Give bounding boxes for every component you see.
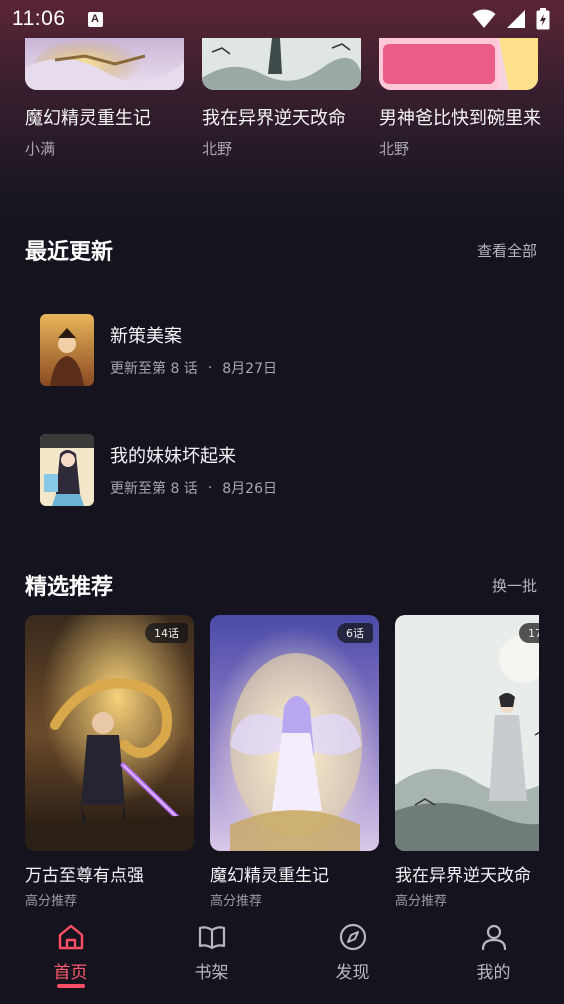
book-cover[interactable] (40, 434, 94, 506)
nav-item-bookshelf[interactable]: 书架 (141, 910, 282, 1004)
episode-badge: 6话 (337, 623, 373, 643)
battery-icon (536, 8, 550, 30)
separator-dot: · (207, 480, 213, 496)
refresh-link[interactable]: 换一批 (492, 575, 537, 596)
book-author: 北野 (379, 140, 410, 158)
nav-label: 我的 (476, 963, 511, 983)
section-title: 精选推荐 (25, 575, 114, 600)
book-cover[interactable] (25, 38, 184, 90)
book-title: 男神爸比快到碗里来 (379, 108, 541, 129)
book-icon (197, 922, 227, 952)
compass-icon (338, 922, 368, 952)
book-card[interactable]: 男神爸比快到碗里来 北野 (379, 38, 541, 168)
nav-item-profile[interactable]: 我的 (423, 910, 564, 1004)
book-cover[interactable] (40, 314, 94, 386)
recommended-row[interactable]: 14话 万古至尊有点强 高分推荐 6话 魔幻精灵重生记 高分推荐 17 我在异界… (25, 615, 539, 910)
signal-icon (506, 9, 526, 29)
book-subtitle: 高分推荐 (395, 894, 448, 909)
book-title: 魔幻精灵重生记 (25, 108, 151, 129)
view-all-link[interactable]: 查看全部 (477, 240, 537, 261)
book-subtitle: 高分推荐 (25, 894, 78, 909)
update-date: 8月27日 (222, 361, 277, 377)
bottom-navigation: 首页 书架 发现 我的 (0, 910, 564, 1004)
recommended-card[interactable]: 170 我在异界逆天改命 高分推荐 (395, 615, 539, 910)
recommended-card[interactable]: 6话 魔幻精灵重生记 高分推荐 (210, 615, 379, 910)
nav-item-home[interactable]: 首页 (0, 910, 141, 1004)
nav-item-discover[interactable]: 发现 (282, 910, 423, 1004)
wifi-icon (472, 9, 496, 29)
book-author: 北野 (202, 140, 233, 158)
book-card[interactable]: 我在异界逆天改命 北野 (202, 38, 361, 168)
book-title: 魔幻精灵重生记 (210, 866, 329, 886)
recommended-header: 精选推荐 换一批 (25, 569, 537, 601)
book-cover[interactable] (202, 38, 361, 90)
update-date: 8月26日 (222, 481, 277, 497)
top-book-row[interactable]: 魔幻精灵重生记 小满 我在异界逆天改命 北野 男神爸比快到碗里来 北野 (25, 38, 564, 168)
recent-update-text: 新策美案 更新至第 8 话 · 8月27日 (110, 322, 277, 378)
book-title: 我在异界逆天改命 (395, 866, 531, 886)
recent-update-text: 我的妹妹坏起来 更新至第 8 话 · 8月26日 (110, 442, 277, 498)
notification-icon: A (87, 11, 103, 27)
recent-meta: 更新至第 8 话 · 8月26日 (110, 478, 277, 498)
status-time: 11:06 (12, 7, 66, 30)
section-title: 最近更新 (25, 240, 114, 265)
book-cover[interactable] (379, 38, 538, 90)
recent-update-item[interactable]: 我的妹妹坏起来 更新至第 8 话 · 8月26日 (40, 434, 520, 506)
book-card[interactable]: 魔幻精灵重生记 小满 (25, 38, 184, 168)
home-icon (56, 922, 86, 952)
book-cover[interactable]: 170 (395, 615, 539, 851)
episode-badge: 14话 (145, 623, 188, 643)
recommended-card[interactable]: 14话 万古至尊有点强 高分推荐 (25, 615, 194, 910)
recent-meta: 更新至第 8 话 · 8月27日 (110, 358, 277, 378)
episode-progress: 更新至第 8 话 (110, 481, 198, 497)
book-cover[interactable]: 6话 (210, 615, 379, 851)
user-icon (479, 922, 509, 952)
book-subtitle: 高分推荐 (210, 894, 263, 909)
recent-update-item[interactable]: 新策美案 更新至第 8 话 · 8月27日 (40, 314, 520, 386)
active-indicator (56, 984, 85, 988)
book-cover[interactable]: 14话 (25, 615, 194, 851)
status-bar: 11:06 A (0, 0, 564, 38)
book-author: 小满 (25, 140, 56, 158)
book-title: 万古至尊有点强 (25, 866, 144, 886)
book-title: 我在异界逆天改命 (202, 108, 346, 129)
separator-dot: · (207, 360, 213, 376)
nav-label: 书架 (194, 963, 229, 983)
recent-updates-header: 最近更新 查看全部 (25, 234, 537, 266)
nav-label: 发现 (335, 963, 370, 983)
episode-progress: 更新至第 8 话 (110, 361, 198, 377)
episode-badge: 170 (519, 623, 539, 643)
recent-title: 我的妹妹坏起来 (110, 446, 236, 467)
nav-label: 首页 (53, 963, 88, 983)
recent-title: 新策美案 (110, 326, 182, 347)
